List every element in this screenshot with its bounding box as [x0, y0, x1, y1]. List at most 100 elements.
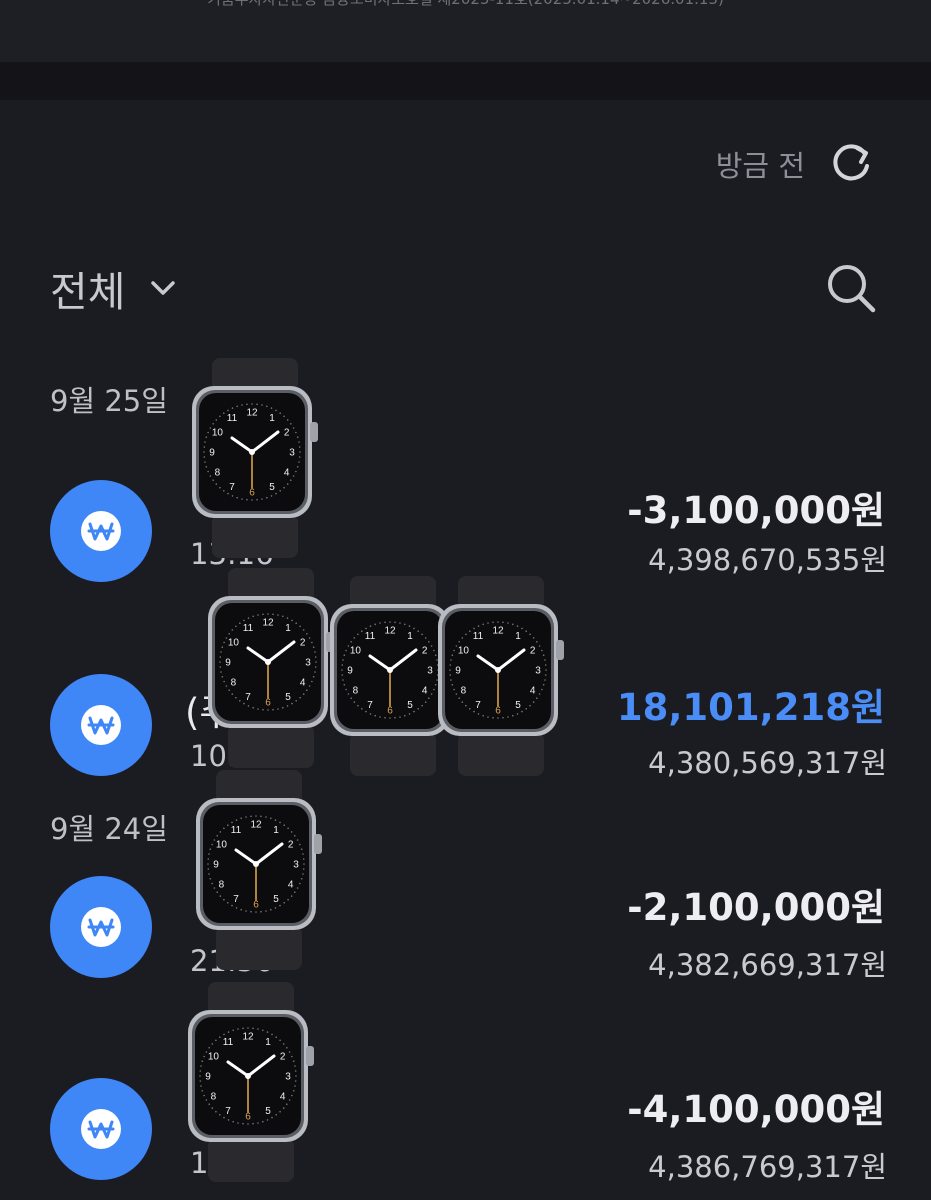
dial-number: 8 — [461, 686, 467, 697]
last-updated-label: 방금 전 — [715, 149, 805, 183]
dial-number: 1 — [407, 631, 413, 642]
dial-number: 1 — [515, 631, 521, 642]
dial-number: 4 — [284, 468, 290, 479]
dial-number: 12 — [384, 626, 396, 637]
dial-number: 10 — [228, 638, 240, 649]
dial-number: 1 — [273, 825, 279, 836]
watch-sticker-icon: 12 1 2 3 4 5 6 7 8 9 10 11 — [208, 568, 334, 768]
dial-number: 7 — [367, 700, 373, 711]
date-header: 9월 25일 — [50, 384, 168, 418]
dial-number: 3 — [427, 666, 433, 677]
won-icon — [50, 674, 152, 776]
dial-number: 3 — [285, 1072, 291, 1083]
transaction-amount: -3,100,000원 — [627, 489, 885, 532]
transaction-amount: -2,100,000원 — [627, 886, 885, 929]
dial-number: 3 — [289, 448, 295, 459]
refresh-icon[interactable] — [827, 140, 875, 188]
balance-after: 4,398,670,535원 — [648, 543, 887, 577]
dial-number: 2 — [280, 1052, 286, 1063]
dial-number: 12 — [262, 618, 274, 629]
dial-number: 2 — [288, 840, 294, 851]
balance-after: 4,380,569,317원 — [648, 746, 887, 780]
dial-number: 10 — [212, 428, 224, 439]
dial-number: 8 — [211, 1092, 217, 1103]
dial-number: 10 — [216, 840, 228, 851]
dial-number: 5 — [273, 894, 279, 905]
filter-dropdown[interactable]: 전체 — [50, 258, 179, 318]
dial-number: 12 — [246, 408, 258, 419]
dial-number: 9 — [347, 666, 353, 677]
dial-number: 3 — [293, 860, 299, 871]
dial-number: 12 — [250, 820, 262, 831]
dial-number: 11 — [365, 631, 376, 642]
dial-number: 8 — [219, 880, 225, 891]
dial-number: 9 — [455, 666, 461, 677]
dial-number: 11 — [223, 1037, 234, 1048]
dial-number: 11 — [227, 413, 238, 424]
search-icon[interactable] — [823, 260, 879, 316]
dial-number: 7 — [245, 692, 251, 703]
dial-number: 9 — [205, 1072, 211, 1083]
dial-number: 2 — [530, 646, 536, 657]
dial-number: 10 — [350, 646, 362, 657]
dial-number: 5 — [269, 482, 275, 493]
date-header: 9월 24일 — [50, 812, 168, 846]
chevron-down-icon — [151, 281, 176, 295]
dial-number: 3 — [305, 658, 311, 669]
dial-number: 8 — [353, 686, 359, 697]
watch-sticker-icon: 12 1 2 3 4 5 6 7 8 9 10 11 — [438, 576, 564, 776]
dial-number: 10 — [208, 1052, 220, 1063]
won-icon — [50, 1078, 152, 1180]
dial-number: 12 — [242, 1032, 254, 1043]
dial-number: 4 — [288, 880, 294, 891]
dial-number: 12 — [492, 626, 504, 637]
notice-panel: 키움투자자산운용 금융소비자보호실 제2025-11호(2025.01.14~2… — [0, 0, 931, 62]
dial-number: 5 — [515, 700, 521, 711]
dial-number: 3 — [535, 666, 541, 677]
watch-sticker-icon: 12 1 2 3 4 5 6 7 8 9 10 11 — [192, 358, 318, 558]
dial-number: 4 — [530, 686, 536, 697]
watch-sticker-icon: 12 1 2 3 4 5 6 7 8 9 10 11 — [188, 982, 314, 1182]
watch-sticker-icon: 12 1 2 3 4 5 6 7 8 9 10 11 — [196, 770, 322, 970]
dial-number: 5 — [265, 1106, 271, 1117]
dial-number: 2 — [422, 646, 428, 657]
transaction-amount: -4,100,000원 — [627, 1088, 885, 1131]
dial-number: 8 — [215, 468, 221, 479]
dial-number: 1 — [265, 1037, 271, 1048]
dial-number: 11 — [473, 631, 484, 642]
watch-illustration: 12 12 3 45 6 789 1011 — [208, 568, 334, 768]
dial-number: 6 — [249, 488, 255, 499]
dial-number: 5 — [285, 692, 291, 703]
dial-number: 6 — [245, 1112, 251, 1123]
transaction-history-screen: 키움투자자산운용 금융소비자보호실 제2025-11호(2025.01.14~2… — [0, 0, 931, 1200]
won-icon — [50, 876, 152, 978]
notice-text: 키움투자자산운용 금융소비자보호실 제2025-11호(2025.01.14~2… — [0, 0, 931, 9]
dial-number: 7 — [229, 482, 235, 493]
won-icon — [50, 480, 152, 582]
dial-number: 6 — [387, 706, 393, 717]
dial-number: 4 — [280, 1092, 286, 1103]
dial-number: 6 — [253, 900, 259, 911]
dial-number: 9 — [213, 860, 219, 871]
filter-label: 전체 — [50, 268, 126, 316]
dial-number: 7 — [233, 894, 239, 905]
watch-illustration: 12 12 3 45 6 789 1011 — [196, 770, 322, 970]
dial-number: 6 — [495, 706, 501, 717]
dial-number: 11 — [243, 623, 254, 634]
transaction-row[interactable]: 21:56 -2,100,000원 4,382,669,317원 — [0, 872, 931, 1002]
dial-number: 9 — [209, 448, 215, 459]
dial-number: 11 — [231, 825, 242, 836]
dial-number: 8 — [231, 678, 237, 689]
dial-number: 10 — [458, 646, 470, 657]
dial-number: 2 — [300, 638, 306, 649]
balance-after: 4,382,669,317원 — [648, 948, 887, 982]
watch-illustration: 12 12 3 45 6 789 1011 — [188, 982, 314, 1182]
dial-number: 6 — [265, 698, 271, 709]
transaction-row[interactable]: 19:31 -4,100,000원 4,386,769,317원 — [0, 1074, 931, 1200]
transaction-amount: 18,101,218원 — [616, 686, 885, 729]
section-divider — [0, 62, 931, 100]
balance-after: 4,386,769,317원 — [648, 1150, 887, 1184]
dial-number: 7 — [475, 700, 481, 711]
dial-number: 5 — [407, 700, 413, 711]
refresh-button[interactable]: 방금 전 — [716, 140, 875, 188]
